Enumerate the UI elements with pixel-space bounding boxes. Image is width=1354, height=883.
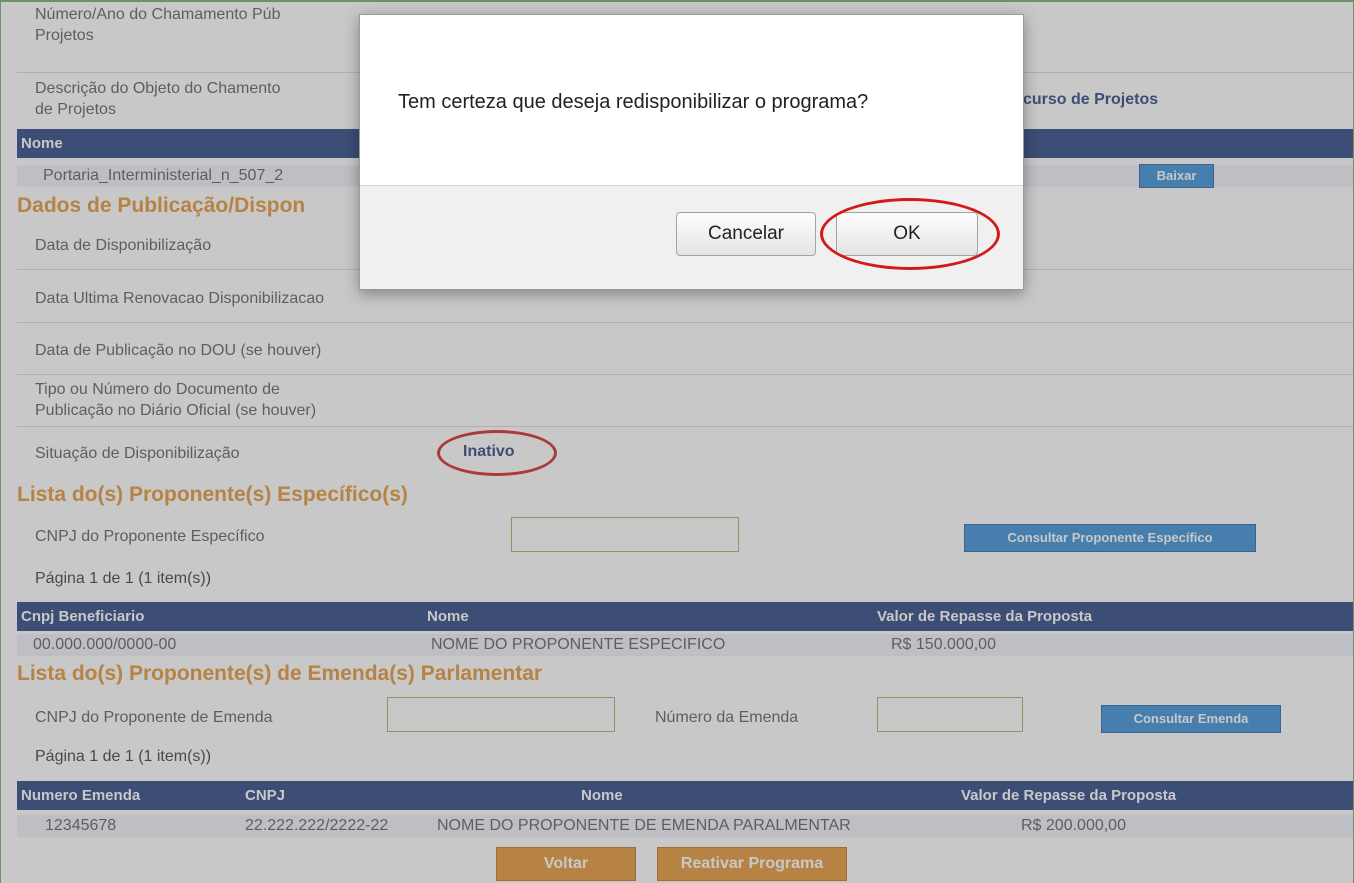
cancel-button[interactable]: Cancelar <box>676 212 816 256</box>
ok-button[interactable]: OK <box>836 212 978 256</box>
dialog-footer: Cancelar OK <box>360 185 1023 289</box>
dialog-message: Tem certeza que deseja redisponibilizar … <box>398 91 869 113</box>
confirm-dialog: Tem certeza que deseja redisponibilizar … <box>359 14 1024 290</box>
